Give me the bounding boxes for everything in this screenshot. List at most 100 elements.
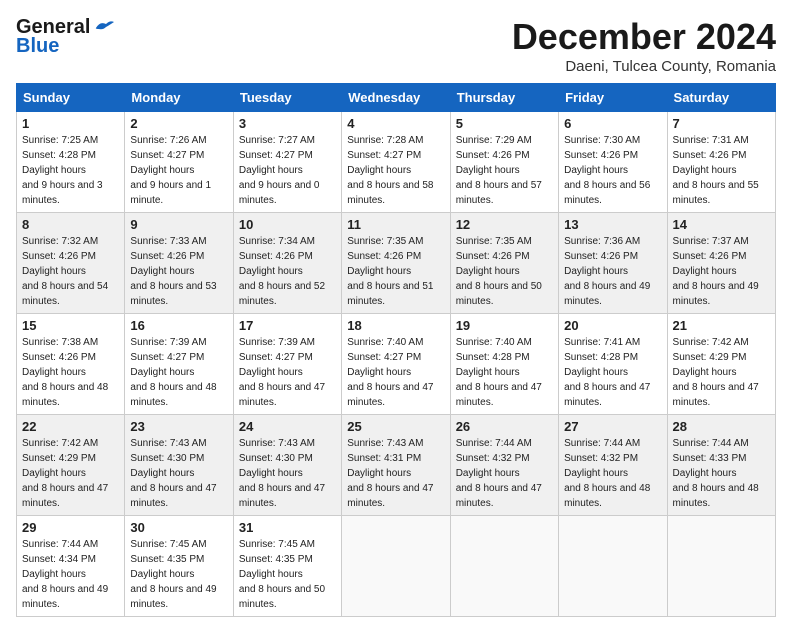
day-number: 11: [347, 217, 444, 232]
calendar-cell: 26 Sunrise: 7:44 AMSunset: 4:32 PMDaylig…: [450, 415, 558, 516]
calendar-table: SundayMondayTuesdayWednesdayThursdayFrid…: [16, 83, 776, 617]
title-block: December 2024 Daeni, Tulcea County, Roma…: [512, 16, 776, 75]
day-info: Sunrise: 7:42 AMSunset: 4:29 PMDaylight …: [22, 438, 108, 509]
day-number: 10: [239, 217, 336, 232]
calendar-cell: [450, 516, 558, 617]
day-info: Sunrise: 7:39 AMSunset: 4:27 PMDaylight …: [239, 337, 325, 408]
calendar-cell: 3 Sunrise: 7:27 AMSunset: 4:27 PMDayligh…: [233, 112, 341, 213]
day-info: Sunrise: 7:43 AMSunset: 4:31 PMDaylight …: [347, 438, 433, 509]
calendar-cell: [559, 516, 667, 617]
day-info: Sunrise: 7:40 AMSunset: 4:28 PMDaylight …: [456, 337, 542, 408]
calendar-cell: 6 Sunrise: 7:30 AMSunset: 4:26 PMDayligh…: [559, 112, 667, 213]
day-number: 27: [564, 419, 661, 434]
calendar-week-row: 29 Sunrise: 7:44 AMSunset: 4:34 PMDaylig…: [17, 516, 776, 617]
weekday-header-row: SundayMondayTuesdayWednesdayThursdayFrid…: [17, 84, 776, 112]
calendar-cell: 19 Sunrise: 7:40 AMSunset: 4:28 PMDaylig…: [450, 314, 558, 415]
weekday-header: Monday: [125, 84, 233, 112]
calendar-cell: 12 Sunrise: 7:35 AMSunset: 4:26 PMDaylig…: [450, 213, 558, 314]
day-number: 5: [456, 116, 553, 131]
calendar-week-row: 15 Sunrise: 7:38 AMSunset: 4:26 PMDaylig…: [17, 314, 776, 415]
calendar-week-row: 8 Sunrise: 7:32 AMSunset: 4:26 PMDayligh…: [17, 213, 776, 314]
day-info: Sunrise: 7:34 AMSunset: 4:26 PMDaylight …: [239, 236, 325, 307]
calendar-cell: 16 Sunrise: 7:39 AMSunset: 4:27 PMDaylig…: [125, 314, 233, 415]
day-info: Sunrise: 7:32 AMSunset: 4:26 PMDaylight …: [22, 236, 108, 307]
day-info: Sunrise: 7:39 AMSunset: 4:27 PMDaylight …: [130, 337, 216, 408]
day-info: Sunrise: 7:37 AMSunset: 4:26 PMDaylight …: [673, 236, 759, 307]
day-number: 2: [130, 116, 227, 131]
calendar-cell: 29 Sunrise: 7:44 AMSunset: 4:34 PMDaylig…: [17, 516, 125, 617]
day-info: Sunrise: 7:43 AMSunset: 4:30 PMDaylight …: [130, 438, 216, 509]
day-info: Sunrise: 7:40 AMSunset: 4:27 PMDaylight …: [347, 337, 433, 408]
calendar-cell: 31 Sunrise: 7:45 AMSunset: 4:35 PMDaylig…: [233, 516, 341, 617]
day-number: 9: [130, 217, 227, 232]
weekday-header: Sunday: [17, 84, 125, 112]
calendar-cell: 15 Sunrise: 7:38 AMSunset: 4:26 PMDaylig…: [17, 314, 125, 415]
calendar-cell: 20 Sunrise: 7:41 AMSunset: 4:28 PMDaylig…: [559, 314, 667, 415]
day-number: 6: [564, 116, 661, 131]
weekday-header: Saturday: [667, 84, 775, 112]
calendar-cell: 10 Sunrise: 7:34 AMSunset: 4:26 PMDaylig…: [233, 213, 341, 314]
day-number: 31: [239, 520, 336, 535]
day-info: Sunrise: 7:43 AMSunset: 4:30 PMDaylight …: [239, 438, 325, 509]
calendar-cell: 7 Sunrise: 7:31 AMSunset: 4:26 PMDayligh…: [667, 112, 775, 213]
calendar-cell: 2 Sunrise: 7:26 AMSunset: 4:27 PMDayligh…: [125, 112, 233, 213]
calendar-cell: 25 Sunrise: 7:43 AMSunset: 4:31 PMDaylig…: [342, 415, 450, 516]
day-number: 14: [673, 217, 770, 232]
day-number: 4: [347, 116, 444, 131]
calendar-cell: 4 Sunrise: 7:28 AMSunset: 4:27 PMDayligh…: [342, 112, 450, 213]
calendar-cell: 1 Sunrise: 7:25 AMSunset: 4:28 PMDayligh…: [17, 112, 125, 213]
day-info: Sunrise: 7:29 AMSunset: 4:26 PMDaylight …: [456, 135, 542, 206]
calendar-cell: 18 Sunrise: 7:40 AMSunset: 4:27 PMDaylig…: [342, 314, 450, 415]
day-number: 8: [22, 217, 119, 232]
day-number: 29: [22, 520, 119, 535]
day-info: Sunrise: 7:44 AMSunset: 4:32 PMDaylight …: [564, 438, 650, 509]
calendar-cell: 11 Sunrise: 7:35 AMSunset: 4:26 PMDaylig…: [342, 213, 450, 314]
day-number: 7: [673, 116, 770, 131]
logo-bird-icon: [92, 19, 114, 37]
logo: General Blue: [16, 16, 114, 58]
day-number: 3: [239, 116, 336, 131]
day-info: Sunrise: 7:36 AMSunset: 4:26 PMDaylight …: [564, 236, 650, 307]
calendar-cell: 21 Sunrise: 7:42 AMSunset: 4:29 PMDaylig…: [667, 314, 775, 415]
day-number: 20: [564, 318, 661, 333]
calendar-cell: 28 Sunrise: 7:44 AMSunset: 4:33 PMDaylig…: [667, 415, 775, 516]
calendar-cell: [342, 516, 450, 617]
logo-blue: Blue: [16, 35, 59, 58]
day-info: Sunrise: 7:44 AMSunset: 4:33 PMDaylight …: [673, 438, 759, 509]
calendar-cell: 8 Sunrise: 7:32 AMSunset: 4:26 PMDayligh…: [17, 213, 125, 314]
day-info: Sunrise: 7:28 AMSunset: 4:27 PMDaylight …: [347, 135, 433, 206]
calendar-week-row: 22 Sunrise: 7:42 AMSunset: 4:29 PMDaylig…: [17, 415, 776, 516]
day-number: 13: [564, 217, 661, 232]
day-number: 16: [130, 318, 227, 333]
month-title: December 2024: [512, 16, 776, 58]
calendar-cell: 23 Sunrise: 7:43 AMSunset: 4:30 PMDaylig…: [125, 415, 233, 516]
day-info: Sunrise: 7:35 AMSunset: 4:26 PMDaylight …: [456, 236, 542, 307]
weekday-header: Friday: [559, 84, 667, 112]
day-info: Sunrise: 7:27 AMSunset: 4:27 PMDaylight …: [239, 135, 320, 206]
calendar-cell: 30 Sunrise: 7:45 AMSunset: 4:35 PMDaylig…: [125, 516, 233, 617]
day-number: 1: [22, 116, 119, 131]
day-info: Sunrise: 7:31 AMSunset: 4:26 PMDaylight …: [673, 135, 759, 206]
day-info: Sunrise: 7:44 AMSunset: 4:32 PMDaylight …: [456, 438, 542, 509]
day-number: 30: [130, 520, 227, 535]
day-number: 15: [22, 318, 119, 333]
day-number: 28: [673, 419, 770, 434]
day-info: Sunrise: 7:45 AMSunset: 4:35 PMDaylight …: [239, 539, 325, 610]
day-info: Sunrise: 7:45 AMSunset: 4:35 PMDaylight …: [130, 539, 216, 610]
day-info: Sunrise: 7:38 AMSunset: 4:26 PMDaylight …: [22, 337, 108, 408]
calendar-cell: 13 Sunrise: 7:36 AMSunset: 4:26 PMDaylig…: [559, 213, 667, 314]
calendar-cell: [667, 516, 775, 617]
weekday-header: Tuesday: [233, 84, 341, 112]
day-number: 25: [347, 419, 444, 434]
calendar-week-row: 1 Sunrise: 7:25 AMSunset: 4:28 PMDayligh…: [17, 112, 776, 213]
day-number: 26: [456, 419, 553, 434]
day-number: 23: [130, 419, 227, 434]
calendar-cell: 5 Sunrise: 7:29 AMSunset: 4:26 PMDayligh…: [450, 112, 558, 213]
day-number: 24: [239, 419, 336, 434]
day-number: 12: [456, 217, 553, 232]
calendar-cell: 14 Sunrise: 7:37 AMSunset: 4:26 PMDaylig…: [667, 213, 775, 314]
calendar-cell: 27 Sunrise: 7:44 AMSunset: 4:32 PMDaylig…: [559, 415, 667, 516]
calendar-cell: 22 Sunrise: 7:42 AMSunset: 4:29 PMDaylig…: [17, 415, 125, 516]
day-info: Sunrise: 7:41 AMSunset: 4:28 PMDaylight …: [564, 337, 650, 408]
day-info: Sunrise: 7:26 AMSunset: 4:27 PMDaylight …: [130, 135, 211, 206]
